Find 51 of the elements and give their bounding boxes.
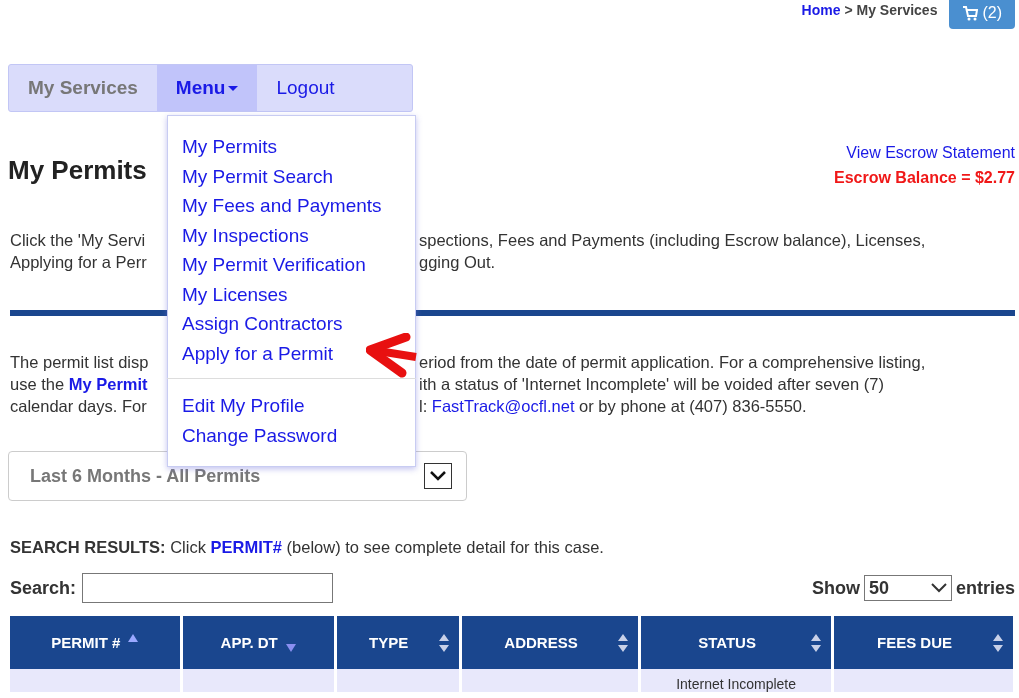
nav-tab[interactable]: Logout xyxy=(257,65,354,111)
menu-item[interactable]: My Licenses xyxy=(182,279,288,309)
entries-select[interactable]: 50 xyxy=(863,575,952,601)
nav-tab[interactable]: Menu xyxy=(156,65,258,111)
menu-item[interactable]: My Fees and Payments xyxy=(182,191,382,221)
paragraph-fragment: eriod from the date of permit application. For a comprehensive listing, xyxy=(419,352,927,373)
sort-descending-icon xyxy=(285,643,296,652)
page-title: My Permits xyxy=(8,155,147,186)
menu-item[interactable]: My Permit Search xyxy=(182,161,333,191)
sort-icon xyxy=(811,633,821,652)
menu-item[interactable]: Apply for a Permit xyxy=(182,338,333,368)
paragraph-fragment: Applying for a Perr xyxy=(10,252,148,273)
sort-ascending-icon xyxy=(128,633,139,642)
paragraph-fragment: ith a status of 'Internet Incomplete' will be voided after seven (7) xyxy=(419,374,885,395)
menu-item[interactable]: Change Password xyxy=(182,420,338,450)
search-field[interactable] xyxy=(82,573,334,603)
paragraph-fragment: spections, Fees and Payments (including Escrow balance), Licenses, xyxy=(419,230,927,251)
paragraph-fragment: calendar days. For xyxy=(10,396,148,417)
paragraph-fragment: Click the 'My Servi xyxy=(10,230,147,251)
column-header[interactable]: TYPE xyxy=(336,616,459,669)
breadcrumb: Home > My Services xyxy=(801,2,938,18)
menu-item[interactable]: Assign Contractors xyxy=(182,309,343,339)
search-label: Search: xyxy=(10,577,77,599)
cart-icon xyxy=(962,5,979,21)
menu-item[interactable]: My Permits xyxy=(182,132,277,162)
sort-icon xyxy=(618,633,629,652)
chevron-down-icon xyxy=(430,471,446,481)
escrow-balance: Escrow Balance = $2.77 xyxy=(834,168,1015,188)
sort-icon xyxy=(438,633,449,652)
column-header[interactable]: PERMIT # xyxy=(10,616,180,669)
table-cell: Internet Incomplete xyxy=(641,669,831,692)
escrow-statement-link[interactable]: View Escrow Statement xyxy=(846,144,1015,161)
chevron-down-icon xyxy=(930,583,947,593)
column-header[interactable]: ADDRESS xyxy=(461,616,639,669)
menu-item[interactable]: My Inspections xyxy=(182,220,309,250)
paragraph-fragment: l: FastTrack@ocfl.net or by phone at (407) 836-5550. xyxy=(419,396,808,417)
sort-icon xyxy=(993,633,1003,652)
search-results-note: SEARCH RESULTS: Click PERMIT# (below) to see complete detail for this case. xyxy=(10,538,605,557)
menu-item[interactable]: Edit My Profile xyxy=(182,391,305,421)
email-link[interactable]: FastTrack@ocfl.net xyxy=(431,397,575,415)
column-header[interactable]: FEES DUE xyxy=(834,616,1013,669)
entries-label: entries xyxy=(955,577,1015,599)
paragraph-fragment: use the My Permit xyxy=(10,374,149,395)
show-label: Show xyxy=(811,577,860,599)
breadcrumb-link[interactable]: Home xyxy=(801,2,841,18)
paragraph-fragment: gging Out. xyxy=(419,252,497,273)
caret-icon xyxy=(228,85,239,91)
column-header[interactable]: STATUS xyxy=(641,616,831,669)
menu-item[interactable]: My Permit Verification xyxy=(182,250,366,280)
column-header[interactable]: APP. DT xyxy=(182,616,334,669)
paragraph-fragment: The permit list disp xyxy=(10,352,150,373)
